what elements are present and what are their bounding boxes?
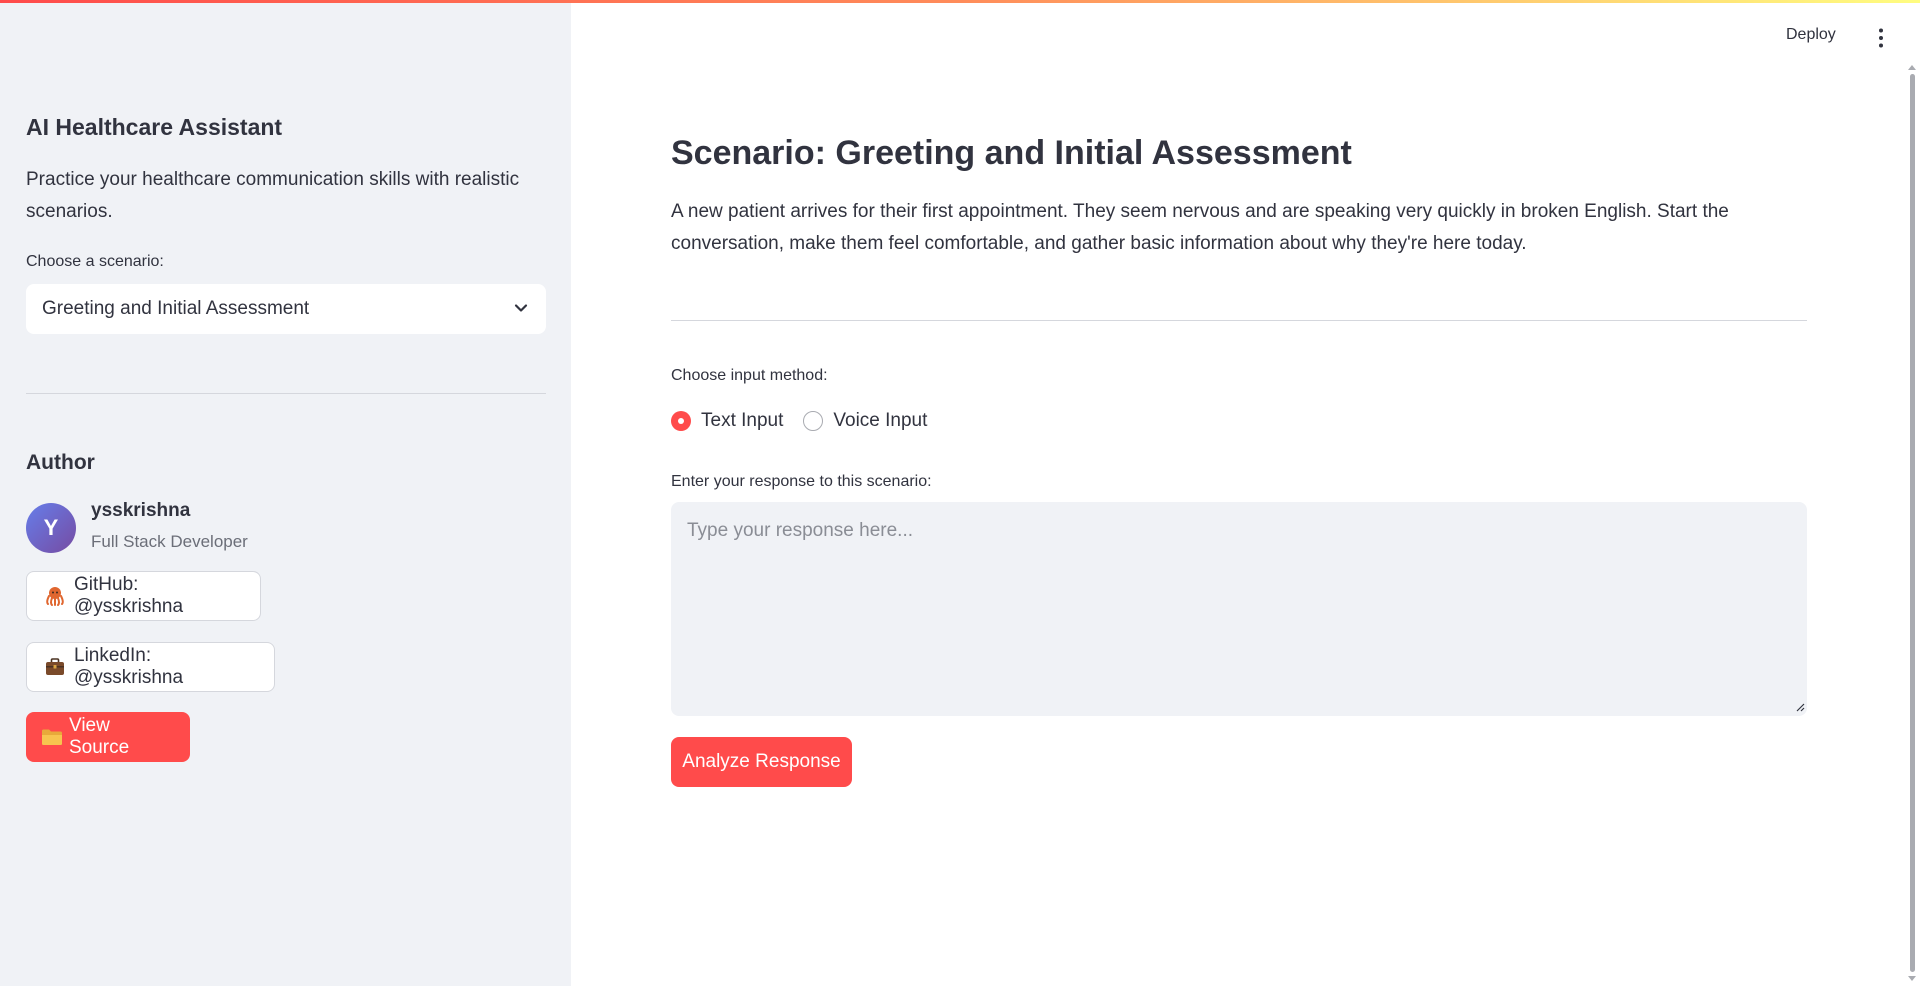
author-name: ysskrishna — [91, 500, 191, 521]
github-link-label: GitHub: @ysskrishna — [74, 574, 184, 617]
avatar: Y — [26, 503, 76, 553]
analyze-response-button[interactable]: Analyze Response — [671, 737, 852, 787]
radio-voice-input[interactable]: Voice Input — [803, 410, 927, 432]
resize-grip-icon[interactable] — [1795, 702, 1805, 712]
sidebar-title: AI Healthcare Assistant — [26, 114, 283, 140]
author-role: Full Stack Developer — [91, 532, 248, 551]
briefcase-icon — [44, 656, 66, 678]
scenario-select[interactable]: Greeting and Initial Assessment — [26, 284, 546, 334]
octopus-icon — [44, 585, 66, 607]
scenario-description: A new patient arrives for their first ap… — [671, 201, 1729, 254]
chevron-down-icon — [514, 304, 528, 312]
scroll-up-arrow-icon[interactable] — [1907, 63, 1917, 71]
author-heading: Author — [26, 451, 95, 474]
scroll-down-arrow-icon[interactable] — [1907, 975, 1917, 983]
page-title: Scenario: Greeting and Initial Assessmen… — [671, 134, 1352, 172]
vertical-ellipsis-icon[interactable] — [1874, 27, 1888, 49]
sidebar-description: Practice your healthcare communication s… — [26, 169, 520, 222]
sidebar-divider — [26, 393, 546, 394]
radio-text-input-label: Text Input — [701, 410, 784, 431]
radio-selected-indicator — [671, 411, 691, 431]
scenario-select-value: Greeting and Initial Assessment — [42, 298, 310, 319]
linkedin-link-label: LinkedIn: @ysskrishna — [74, 645, 184, 688]
view-source-label: View Source — [69, 715, 130, 758]
view-source-button[interactable]: View Source — [26, 712, 190, 762]
radio-unselected-indicator — [803, 411, 824, 431]
input-method-radio-group: Text Input Voice Input — [671, 410, 947, 432]
response-textarea[interactable] — [671, 502, 1807, 716]
folder-icon — [41, 727, 63, 747]
scenario-select-label: Choose a scenario: — [26, 253, 164, 270]
github-link-button[interactable]: GitHub: @ysskrishna — [26, 571, 261, 621]
response-field-label: Enter your response to this scenario: — [671, 473, 932, 490]
radio-text-input[interactable]: Text Input — [671, 410, 783, 432]
sidebar: AI Healthcare Assistant Practice your he… — [0, 0, 571, 986]
scrollbar-thumb[interactable] — [1910, 74, 1915, 972]
radio-voice-input-label: Voice Input — [833, 410, 928, 431]
top-decoration-bar — [0, 0, 1920, 3]
linkedin-link-button[interactable]: LinkedIn: @ysskrishna — [26, 642, 275, 692]
main-divider — [671, 320, 1807, 321]
deploy-button[interactable]: Deploy — [1786, 26, 1836, 44]
input-method-label: Choose input method: — [671, 367, 828, 384]
